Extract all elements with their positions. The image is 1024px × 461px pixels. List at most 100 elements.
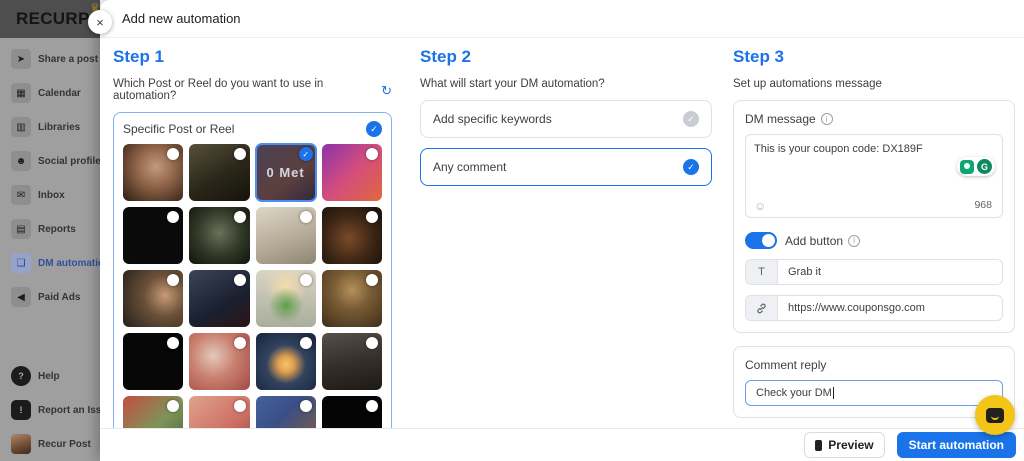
radio-icon [366,400,378,412]
comment-reply-input[interactable]: Check your DM [745,380,1003,406]
step3-question-row: Set up automations message [733,78,1015,90]
text-caret [833,387,834,399]
sidebar-item-inbox[interactable]: ✉ Inbox [0,178,100,212]
chat-widget-button[interactable] [975,395,1015,435]
step1-question: Which Post or Reel do you want to use in… [113,78,381,102]
chat-bubble-icon [986,408,1004,423]
sidebar-item-label: Libraries [38,122,80,133]
start-automation-label: Start automation [909,438,1004,452]
post-thumbnail-8[interactable] [322,207,382,264]
preview-button[interactable]: Preview [804,432,884,458]
post-thumbnail-7[interactable] [256,207,316,264]
info-icon[interactable]: i [821,113,833,125]
info-icon[interactable]: i [848,235,860,247]
chat-icon: ❑ [11,253,31,273]
dm-message-label-row: DM message i [745,112,1003,126]
radio-icon [167,274,179,286]
radio-icon [234,400,246,412]
avatar [11,434,31,454]
post-thumbnail-10[interactable] [189,270,249,327]
sidebar-spacer [0,314,100,359]
radio-icon [167,337,179,349]
radio-icon [366,274,378,286]
radio-icon [300,337,312,349]
post-thumbnail-12[interactable] [322,270,382,327]
calendar-icon: ▦ [11,83,31,103]
post-thumbnail-3[interactable]: 0 Met✓ [256,144,316,201]
radio-icon [300,274,312,286]
step1-column: Step 1 Which Post or Reel do you want to… [113,38,392,435]
close-button[interactable]: × [88,10,112,34]
emoji-picker-icon[interactable]: ☺ [754,200,766,212]
post-thumbnail-4[interactable] [322,144,382,201]
step2-question: What will start your DM automation? [420,78,605,90]
post-thumbnail-6[interactable] [189,207,249,264]
selected-radio-icon: ✓ [299,147,313,161]
selected-check-icon: ✓ [366,121,382,137]
trigger-option-any-comment[interactable]: Any comment✓ [420,148,712,186]
grammarly-icon[interactable]: G [977,159,992,174]
comment-reply-panel: Comment reply Check your DM [733,346,1015,418]
button-text-field[interactable]: T Grab it [745,259,1003,285]
start-automation-button[interactable]: Start automation [897,432,1016,458]
sidebar-item-recur-post[interactable]: Recur Post [0,427,100,461]
radio-icon [234,274,246,286]
trigger-option-add-specific-keywords[interactable]: Add specific keywords✓ [420,100,712,138]
step2-heading: Step 2 [420,47,712,67]
modal-title: Add new automation [122,11,241,26]
sidebar-item-libraries[interactable]: ▥Libraries [0,110,100,144]
sidebar-item-label: Paid Ads [38,292,80,303]
post-selector-box[interactable]: Specific Post or Reel ✓ 0 Met✓ [113,112,392,435]
sidebar-item-label: Calendar [38,88,81,99]
post-thumbnail-13[interactable] [123,333,183,390]
post-thumbnail-14[interactable] [189,333,249,390]
sidebar-item-social-profiles[interactable]: ☻Social profiles [0,144,100,178]
sidebar-item-share-a-post[interactable]: ➤Share a post [0,42,100,76]
sidebar-item-label: Help [38,371,60,382]
post-thumbnail-grid: 0 Met✓ [114,144,391,435]
post-thumbnail-15[interactable] [256,333,316,390]
add-button-label: Add button [785,234,843,248]
add-button-toggle[interactable] [745,232,777,249]
sidebar: ➤Share a post ▦ Calendar ▥Libraries☻Social … [0,38,100,461]
post-thumbnail-16[interactable] [322,333,382,390]
sidebar-item-help[interactable]: ? Help [0,359,100,393]
comment-reply-label: Comment reply [745,358,826,372]
char-count: 968 [974,199,992,211]
sidebar-item-dm-automations[interactable]: ❑DM automations [0,246,100,280]
dm-message-textarea[interactable]: This is your coupon code: DX189F G ☺ 968 [745,134,1003,218]
post-thumbnail-11[interactable] [256,270,316,327]
megaphone-icon: ◀ [11,287,31,307]
post-thumbnail-5[interactable] [123,207,183,264]
sidebar-item-label: Recur Post [38,439,91,450]
phone-icon [815,440,822,451]
link-icon [746,296,778,320]
sidebar-item-label: Inbox [38,190,65,201]
selected-check-icon: ✓ [683,159,699,175]
refresh-icon[interactable]: ↻ [381,84,392,97]
sidebar-item-reports[interactable]: ▤ Reports [0,212,100,246]
comment-reply-value: Check your DM [756,387,832,399]
button-text-value[interactable]: Grab it [778,260,1002,284]
modal-footer: Preview Start automation [100,428,1024,461]
sidebar-item-label: Social profiles [38,156,106,167]
help-icon: ? [11,366,31,386]
post-thumbnail-2[interactable] [189,144,249,201]
sidebar-item-label: Reports [38,224,76,235]
step3-column: Step 3 Set up automations message DM mes… [733,38,1015,418]
post-thumbnail-1[interactable] [123,144,183,201]
inbox-icon: ✉ [11,185,31,205]
sidebar-item-report-an-issue[interactable]: !Report an Issue [0,393,100,427]
sidebar-item-calendar[interactable]: ▦ Calendar [0,76,100,110]
suggestion-bulb-icon[interactable] [960,160,974,174]
button-url-field[interactable]: https://www.couponsgo.com [745,295,1003,321]
radio-icon [234,211,246,223]
button-url-value[interactable]: https://www.couponsgo.com [778,296,1002,320]
post-thumbnail-9[interactable] [123,270,183,327]
text-prefix-icon: T [746,260,778,284]
sidebar-item-paid-ads[interactable]: ◀ Paid Ads [0,280,100,314]
radio-icon [234,337,246,349]
step1-question-row: Which Post or Reel do you want to use in… [113,78,392,102]
radio-icon [366,148,378,160]
reports-icon: ▤ [11,219,31,239]
